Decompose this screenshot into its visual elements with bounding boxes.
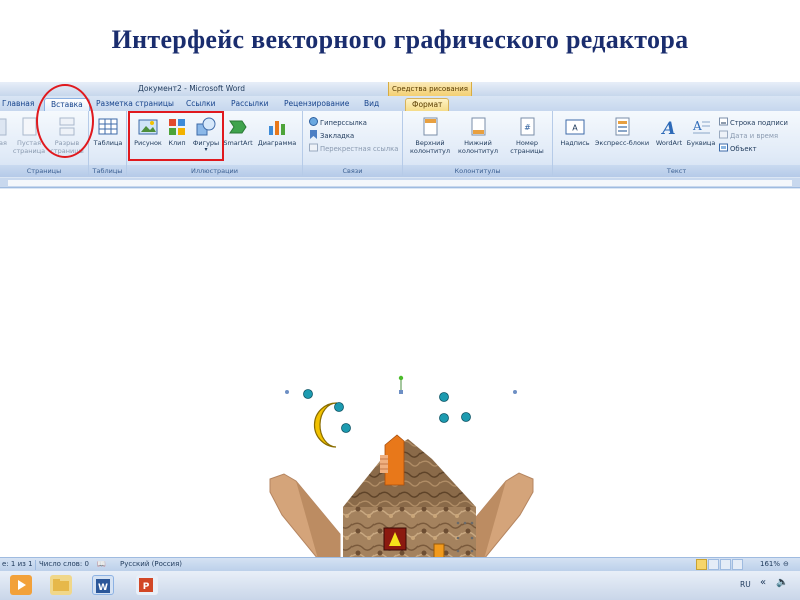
house-drawing[interactable] <box>0 189 800 557</box>
tables-group: Таблица Таблицы <box>89 111 127 177</box>
calendar-icon <box>719 130 728 139</box>
svg-text:A: A <box>692 119 702 133</box>
signature-icon <box>719 117 728 126</box>
stars[interactable] <box>303 389 471 433</box>
footer-button[interactable]: Нижний колонтитул <box>455 117 501 155</box>
title-bar: Документ2 - Microsoft Word Средства рисо… <box>0 82 800 96</box>
folder-icon[interactable] <box>50 575 72 595</box>
document-page[interactable] <box>0 189 800 569</box>
ruler[interactable] <box>0 178 800 188</box>
ruler-track <box>8 180 792 186</box>
links-group-label: Связи <box>303 165 402 177</box>
header-icon <box>420 117 440 137</box>
highlight-circle <box>36 84 94 158</box>
tab-references[interactable]: Ссылки <box>186 98 215 111</box>
header-button[interactable]: Верхний колонтитул <box>407 117 453 155</box>
smartart-icon <box>228 117 248 137</box>
dropcap-button[interactable]: A Буквица <box>685 117 717 147</box>
cross-reference-icon <box>309 143 318 152</box>
cover-page-icon <box>0 117 7 137</box>
tray-arrow-icon[interactable]: « <box>760 577 766 588</box>
svg-text:#: # <box>524 123 531 132</box>
word-count[interactable]: Число слов: 0 <box>39 560 89 568</box>
house-door <box>433 543 445 557</box>
zoom-level[interactable]: 161% <box>760 560 780 568</box>
signature-line-button[interactable]: Строка подписи <box>719 117 788 128</box>
wordart-button[interactable]: A WordArt <box>653 117 685 147</box>
word-window: Документ2 - Microsoft Word Средства рисо… <box>0 82 800 600</box>
tab-format[interactable]: Формат <box>405 98 450 111</box>
tab-home[interactable]: Главная <box>2 98 34 111</box>
globe-icon <box>309 117 318 126</box>
object-icon <box>719 143 728 152</box>
ribbon-tabs: Главная Вставка Разметка страницы Ссылки… <box>0 96 800 111</box>
tab-mailings[interactable]: Рассылки <box>231 98 269 111</box>
highlight-rectangle <box>128 111 224 161</box>
svg-text:A: A <box>572 124 578 133</box>
language-bar[interactable]: RU <box>740 580 751 589</box>
drawing-tools-header: Средства рисования <box>388 82 472 96</box>
slide-title: Интерфейс векторного графического редакт… <box>111 25 689 54</box>
zoom-out-icon[interactable]: ⊖ <box>783 560 789 568</box>
object-button[interactable]: Объект <box>719 143 757 154</box>
taskbar: W P RU « 🔈 <box>0 571 800 600</box>
header-footer-group-label: Колонтитулы <box>403 165 552 177</box>
svg-text:A: A <box>660 119 675 137</box>
textbox-icon: A <box>565 117 585 137</box>
volume-icon[interactable]: 🔈 <box>776 577 788 588</box>
pages-group-label: Страницы <box>0 165 88 177</box>
page-number-button[interactable]: # Номер страницы <box>505 117 549 155</box>
powerpoint-taskbar-icon[interactable]: P <box>136 575 158 595</box>
table-icon <box>98 117 118 137</box>
hyperlink-button[interactable]: Гиперссылка <box>309 117 367 128</box>
page-number-icon: # <box>517 117 537 137</box>
ribbon: ая Пустая страница Разрыв страницы Стран… <box>0 111 800 177</box>
dropcap-icon: A <box>691 117 711 137</box>
status-divider <box>35 560 36 570</box>
header-footer-group: Верхний колонтитул Нижний колонтитул # Н… <box>403 111 553 177</box>
window-title: Документ2 - Microsoft Word <box>138 84 245 93</box>
svg-text:W: W <box>98 583 108 593</box>
table-button[interactable]: Таблица <box>91 117 125 147</box>
text-group-label: Текст <box>553 165 800 177</box>
status-bar: е: 1 из 1 Число слов: 0 📖 Русский (Росси… <box>0 557 800 571</box>
word-taskbar-icon[interactable]: W <box>92 575 114 595</box>
quick-parts-button[interactable]: Экспресс-блоки <box>593 117 651 147</box>
bookmark-button[interactable]: Закладка <box>309 130 354 141</box>
footer-icon <box>468 117 488 137</box>
cover-page-button[interactable]: ая <box>0 117 10 147</box>
svg-text:P: P <box>143 582 150 592</box>
tab-review[interactable]: Рецензирование <box>284 98 349 111</box>
text-group: A Надпись Экспресс-блоки A WordArt A Бук… <box>553 111 800 177</box>
house-body <box>343 507 476 557</box>
tab-page-layout[interactable]: Разметка страницы <box>96 98 174 111</box>
tables-group-label: Таблицы <box>89 165 126 177</box>
page-count[interactable]: е: 1 из 1 <box>2 560 33 568</box>
moon-shape <box>313 402 338 448</box>
chart-icon <box>267 117 287 137</box>
cross-reference-button[interactable]: Перекрестная ссылка <box>309 143 398 154</box>
language-indicator[interactable]: Русский (Россия) <box>120 560 182 568</box>
tab-view[interactable]: Вид <box>364 98 379 111</box>
links-group: Гиперссылка Закладка Перекрестная ссылка… <box>303 111 403 177</box>
textbox-button[interactable]: A Надпись <box>557 117 593 147</box>
illustrations-group-label: Иллюстрации <box>127 165 302 177</box>
date-time-button[interactable]: Дата и время <box>719 130 778 141</box>
media-player-icon[interactable] <box>10 575 32 595</box>
bookmark-icon <box>309 130 318 139</box>
chart-button[interactable]: Диаграмма <box>255 117 299 147</box>
wordart-icon: A <box>659 117 679 139</box>
quick-parts-icon <box>612 117 632 137</box>
spell-check-icon[interactable]: 📖 <box>97 560 106 568</box>
smartart-button[interactable]: SmartArt <box>221 117 255 147</box>
